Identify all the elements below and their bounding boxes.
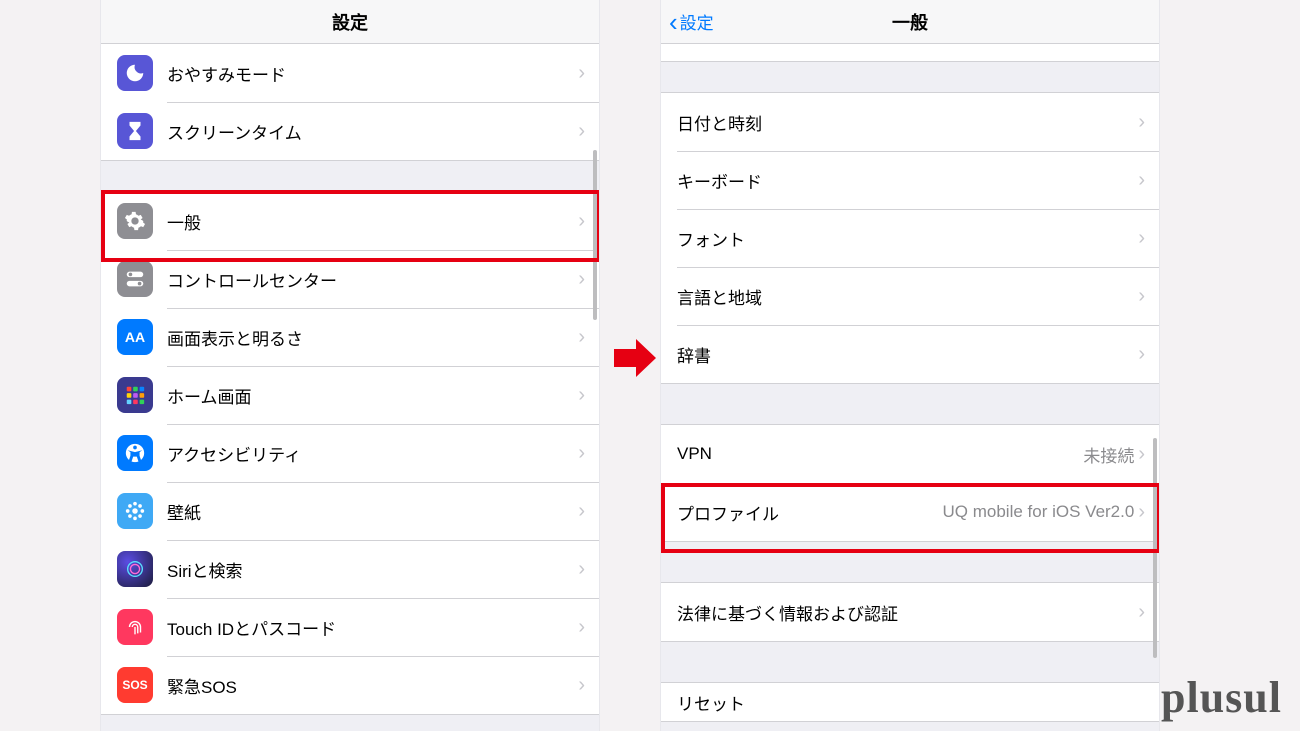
watermark: plusul: [1161, 672, 1282, 723]
home-grid-icon: [117, 377, 153, 413]
row-vpn[interactable]: VPN 未接続 ›: [661, 425, 1159, 483]
row-label: コントロールセンター: [167, 267, 578, 292]
row-wallpaper[interactable]: 壁紙 ›: [101, 482, 599, 540]
chevron-right-icon: ›: [578, 62, 599, 85]
hourglass-icon: [117, 113, 153, 149]
row-label: 緊急SOS: [167, 673, 578, 698]
row-label: プロファイル: [677, 500, 943, 525]
text-size-icon: AA: [117, 319, 153, 355]
navbar-settings: 設定: [101, 0, 599, 44]
gear-icon: [117, 203, 153, 239]
row-siri-search[interactable]: Siriと検索 ›: [101, 540, 599, 598]
settings-list: おやすみモード › スクリーンタイム › 一般: [101, 44, 599, 715]
row-value: UQ mobile for iOS Ver2.0: [943, 502, 1135, 522]
row-label: VPN: [677, 444, 1083, 464]
row-home-screen[interactable]: ホーム画面 ›: [101, 366, 599, 424]
row-value: 未接続: [1083, 442, 1134, 467]
row-label: 辞書: [677, 342, 1138, 367]
scroll-indicator: [593, 150, 597, 320]
chevron-right-icon: ›: [578, 674, 599, 697]
row-label: リセット: [677, 690, 1159, 715]
row-dictionary[interactable]: 辞書 ›: [661, 325, 1159, 383]
row-label: フォント: [677, 226, 1138, 251]
row-label: 壁紙: [167, 499, 578, 524]
row-label: おやすみモード: [167, 61, 578, 86]
row-label: 日付と時刻: [677, 110, 1138, 135]
row-date-time[interactable]: 日付と時刻 ›: [661, 93, 1159, 151]
row-fonts[interactable]: フォント ›: [661, 209, 1159, 267]
siri-icon: [117, 551, 153, 587]
row-label: 法律に基づく情報および認証: [677, 600, 1138, 625]
row-label: Siriと検索: [167, 557, 578, 582]
row-legal-regulatory[interactable]: 法律に基づく情報および認証 ›: [661, 583, 1159, 641]
chevron-right-icon: ›: [578, 120, 599, 143]
chevron-right-icon: ›: [578, 384, 599, 407]
row-accessibility[interactable]: アクセシビリティ ›: [101, 424, 599, 482]
back-label: 設定: [680, 9, 714, 34]
row-label: Touch IDとパスコード: [167, 615, 578, 640]
nav-title: 設定: [332, 9, 368, 35]
fingerprint-icon: [117, 609, 153, 645]
chevron-right-icon: ›: [1138, 169, 1159, 192]
general-screen: ‹ 設定 一般 日付と時刻 › キーボード › フォント ›: [660, 0, 1160, 731]
row-display-brightness[interactable]: AA 画面表示と明るさ ›: [101, 308, 599, 366]
wallpaper-icon: [117, 493, 153, 529]
chevron-right-icon: ›: [1138, 285, 1159, 308]
row-keyboard[interactable]: キーボード ›: [661, 151, 1159, 209]
row-label: 一般: [167, 209, 578, 234]
scroll-indicator: [1153, 438, 1157, 658]
general-list: 日付と時刻 › キーボード › フォント › 言語と地域 › 辞書 ›: [661, 44, 1159, 722]
row-label: 言語と地域: [677, 284, 1138, 309]
row-control-center[interactable]: コントロールセンター ›: [101, 250, 599, 308]
toggles-icon: [117, 261, 153, 297]
row-label: アクセシビリティ: [167, 441, 578, 466]
moon-icon: [117, 55, 153, 91]
sos-icon: SOS: [117, 667, 153, 703]
accessibility-icon: [117, 435, 153, 471]
chevron-right-icon: ›: [1138, 227, 1159, 250]
chevron-right-icon: ›: [1138, 111, 1159, 134]
row-touchid-passcode[interactable]: Touch IDとパスコード ›: [101, 598, 599, 656]
row-label: スクリーンタイム: [167, 119, 578, 144]
row-profile[interactable]: プロファイル UQ mobile for iOS Ver2.0 ›: [661, 483, 1159, 541]
chevron-left-icon: ‹: [669, 9, 678, 35]
back-button[interactable]: ‹ 設定: [669, 9, 714, 35]
chevron-right-icon: ›: [1138, 343, 1159, 366]
row-emergency-sos[interactable]: SOS 緊急SOS ›: [101, 656, 599, 714]
row-do-not-disturb[interactable]: おやすみモード ›: [101, 44, 599, 102]
nav-title: 一般: [892, 9, 928, 35]
row-general[interactable]: 一般 ›: [101, 192, 599, 250]
chevron-right-icon: ›: [578, 558, 599, 581]
row-label: キーボード: [677, 168, 1138, 193]
navbar-general: ‹ 設定 一般: [661, 0, 1159, 44]
chevron-right-icon: ›: [578, 500, 599, 523]
row-language-region[interactable]: 言語と地域 ›: [661, 267, 1159, 325]
chevron-right-icon: ›: [578, 326, 599, 349]
settings-screen: 設定 おやすみモード › スクリーンタイム ›: [100, 0, 600, 731]
chevron-right-icon: ›: [578, 442, 599, 465]
row-label: ホーム画面: [167, 383, 578, 408]
row-screen-time[interactable]: スクリーンタイム ›: [101, 102, 599, 160]
row-label: 画面表示と明るさ: [167, 325, 578, 350]
arrow-right-icon: [612, 335, 658, 381]
chevron-right-icon: ›: [578, 616, 599, 639]
row-reset[interactable]: リセット: [661, 683, 1159, 721]
